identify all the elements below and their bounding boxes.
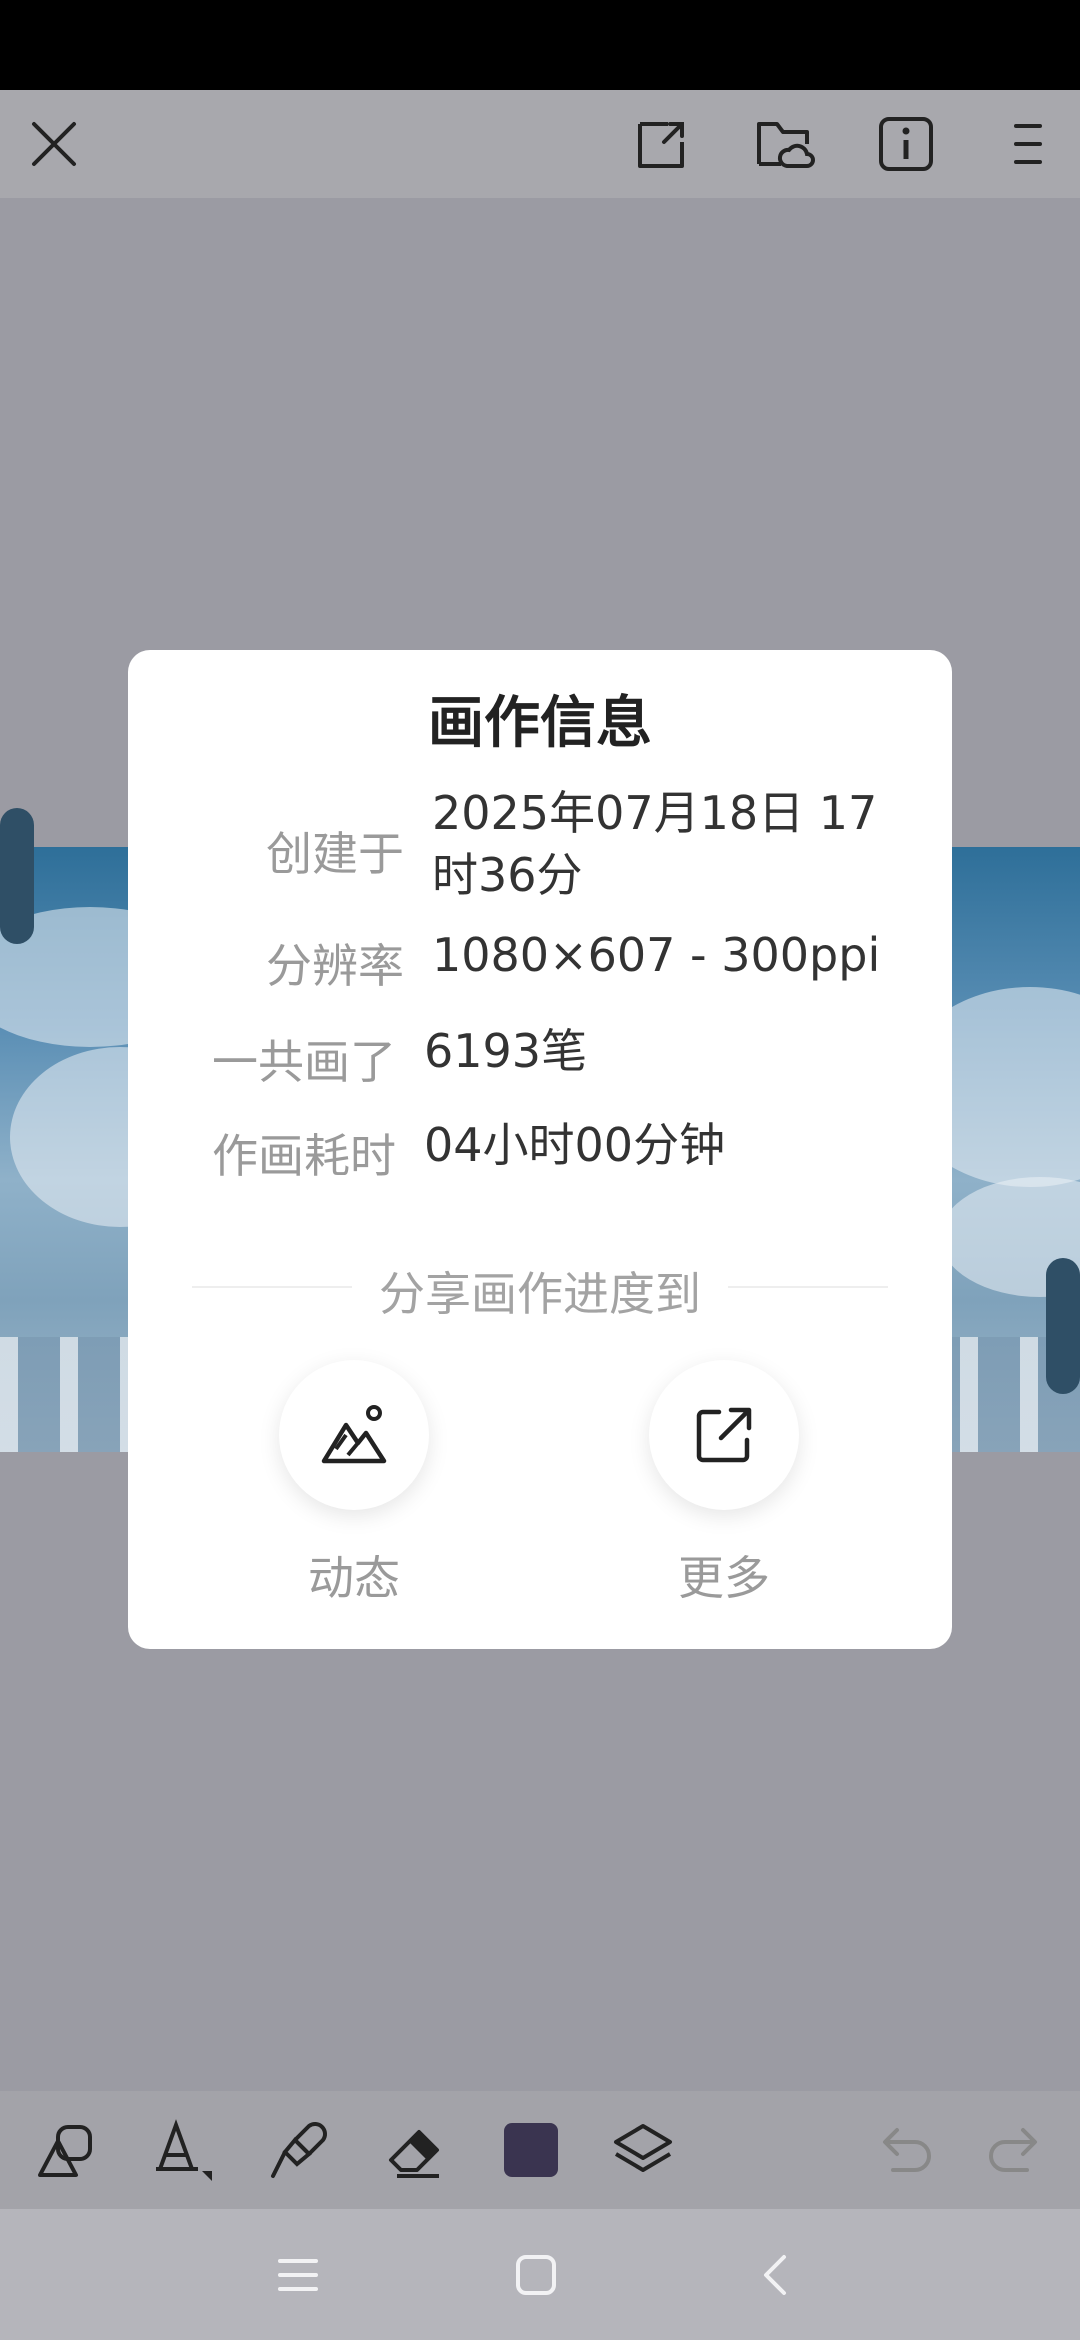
artwork-info-dialog: 画作信息 创建于 2025年07月18日 17时36分 分辨率 1080×607… bbox=[128, 650, 952, 1649]
recents-icon[interactable] bbox=[266, 2243, 330, 2307]
share-moments-button[interactable] bbox=[279, 1360, 429, 1510]
status-bar bbox=[0, 0, 1080, 90]
undo-icon[interactable] bbox=[870, 2115, 940, 2185]
share-more-label: 更多 bbox=[678, 1551, 770, 1605]
left-scroll-handle[interactable] bbox=[0, 808, 34, 944]
strokes-value: 6193笔 bbox=[424, 1024, 588, 1078]
bottom-toolbar bbox=[0, 2091, 1080, 2209]
layers-icon[interactable] bbox=[608, 2115, 678, 2185]
strokes-label: 一共画了 bbox=[212, 1035, 396, 1089]
menu-icon[interactable] bbox=[994, 110, 1062, 178]
eraser-icon[interactable] bbox=[380, 2115, 450, 2185]
time-value: 04小时00分钟 bbox=[424, 1118, 726, 1172]
external-link-icon bbox=[696, 1407, 752, 1463]
resolution-label: 分辨率 bbox=[266, 939, 404, 993]
top-toolbar bbox=[0, 90, 1080, 198]
shape-icon[interactable] bbox=[32, 2115, 102, 2185]
time-label: 作画耗时 bbox=[212, 1129, 396, 1183]
home-icon[interactable] bbox=[504, 2243, 568, 2307]
redo-icon[interactable] bbox=[980, 2115, 1050, 2185]
close-icon[interactable] bbox=[20, 110, 88, 178]
right-scroll-handle[interactable] bbox=[1046, 1258, 1080, 1394]
export-icon[interactable] bbox=[628, 110, 696, 178]
share-more-button[interactable] bbox=[649, 1360, 799, 1510]
resolution-value: 1080×607 - 300ppi bbox=[432, 928, 881, 982]
dialog-title: 画作信息 bbox=[428, 691, 652, 756]
share-moments-label: 动态 bbox=[308, 1551, 400, 1605]
share-heading: 分享画作进度到 bbox=[379, 1267, 701, 1321]
system-nav-bar bbox=[0, 2209, 1080, 2340]
cloud-folder-icon[interactable] bbox=[750, 110, 818, 178]
mountain-icon bbox=[321, 1405, 387, 1464]
color-swatch[interactable] bbox=[496, 2115, 566, 2185]
info-icon[interactable] bbox=[872, 110, 940, 178]
fill-icon[interactable] bbox=[148, 2115, 218, 2185]
created-label: 创建于 bbox=[266, 827, 404, 881]
created-value: 2025年07月18日 17时36分 bbox=[432, 786, 878, 902]
brush-icon[interactable] bbox=[264, 2115, 334, 2185]
back-icon[interactable] bbox=[742, 2243, 806, 2307]
